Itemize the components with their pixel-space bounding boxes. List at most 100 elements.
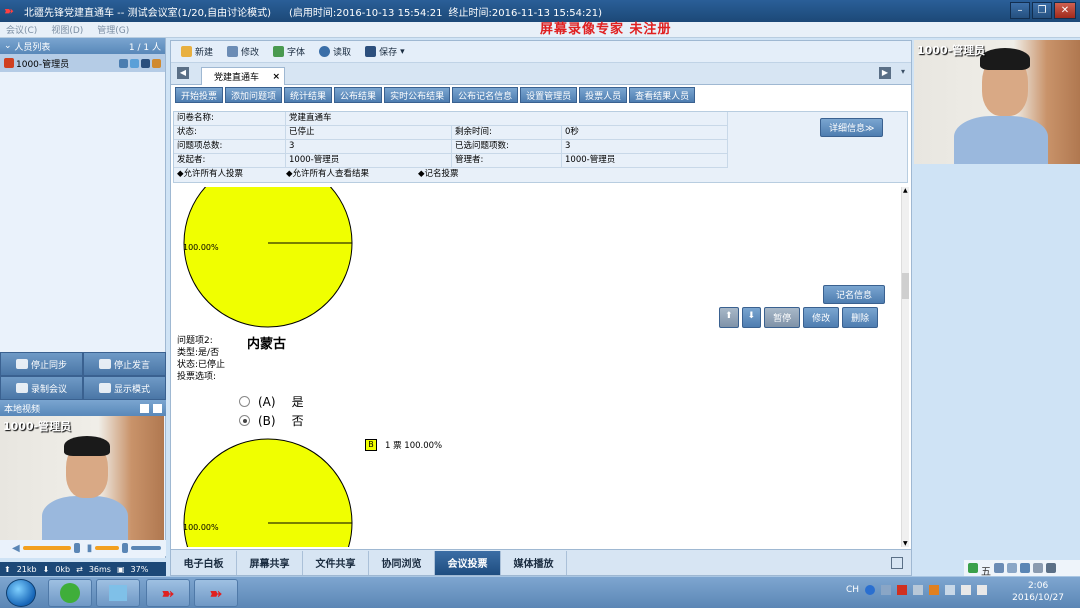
tab-meeting-vote[interactable]: 会议投票 [435, 550, 501, 575]
close-button[interactable]: ✕ [1054, 2, 1076, 19]
mic-volume-knob[interactable] [122, 543, 129, 553]
tab-strip: ◀ 党建直通车 × ▶ ▾ [171, 63, 911, 85]
allow-all-view: ◆允许所有人查看结果 [286, 169, 370, 179]
scroll-down-icon[interactable]: ▼ [903, 540, 908, 547]
member-row[interactable]: 1000-管理员 [0, 54, 165, 72]
tab-whiteboard[interactable]: 电子白板 [171, 550, 237, 575]
tab-next-button[interactable]: ▶ [879, 67, 891, 79]
scroll-thumb[interactable] [902, 273, 909, 299]
stop-video-icon[interactable] [140, 403, 149, 413]
start-button[interactable] [6, 579, 36, 607]
menu-manage[interactable]: 管理(G) [97, 23, 129, 36]
live-publish-button[interactable]: 实时公布结果 [384, 87, 451, 103]
option-a-radio[interactable] [239, 396, 250, 407]
scroll-up-icon[interactable]: ▲ [903, 187, 908, 194]
stats-button[interactable]: 统计结果 [284, 87, 333, 103]
add-video-icon[interactable] [153, 403, 162, 413]
clock[interactable]: 2:06 2016/10/27 [1012, 580, 1064, 604]
results-canvas [183, 187, 353, 547]
pause-button[interactable]: 暂停 [764, 307, 801, 328]
mic-volume-slider[interactable] [95, 546, 120, 550]
ime-punct-icon[interactable] [1007, 563, 1017, 573]
read-icon [319, 46, 331, 57]
ime-s-icon[interactable] [968, 563, 978, 573]
read-button[interactable]: 读取 [319, 45, 351, 58]
set-admin-button[interactable]: 设置管理员 [520, 87, 578, 103]
content-scrollbar[interactable]: ▲ ▼ [901, 187, 909, 547]
tray-qq-icon[interactable] [929, 585, 940, 595]
menu-view[interactable]: 视图(D) [51, 23, 83, 36]
start-vote-button[interactable]: 开始投票 [175, 87, 224, 103]
right-panel: 1000-管理员 [914, 40, 1080, 560]
tray-usb-icon[interactable] [913, 585, 924, 595]
stop-sync-button[interactable]: 停止同步 [0, 352, 83, 376]
ime-settings-icon[interactable] [1046, 563, 1056, 573]
stop-speak-button[interactable]: 停止发言 [83, 352, 166, 376]
language-indicator[interactable]: CH [846, 585, 859, 595]
ime-keyboard-icon[interactable] [1020, 563, 1030, 573]
legend-text: 1 票 100.00% [385, 441, 443, 451]
tray-flag-icon[interactable] [945, 585, 956, 595]
app3-icon: ➽ [161, 583, 175, 603]
result-viewers-button[interactable]: 查看结果人员 [629, 87, 696, 103]
edit-question-button[interactable]: 修改 [803, 307, 840, 328]
record-meeting-button[interactable]: 录制会议 [0, 376, 83, 400]
voters-button[interactable]: 投票人员 [579, 87, 628, 103]
tab-cobrowse[interactable]: 协同浏览 [369, 550, 435, 575]
speaker-volume-knob[interactable] [73, 543, 80, 553]
edit-button[interactable]: 修改 [227, 45, 259, 58]
save-button[interactable]: 保存 ▾ [365, 45, 405, 58]
option-a[interactable]: (A) 是 [239, 393, 304, 410]
tab-prev-button[interactable]: ◀ [177, 67, 189, 79]
detail-info-button[interactable]: 详细信息≫ [820, 118, 884, 137]
move-up-button[interactable]: ⬆ [719, 307, 739, 328]
taskbar-app2[interactable] [96, 579, 140, 607]
sidebar-controls: 停止同步 停止发言 录制会议 显示模式 本地视频 1000-管理员 ◀ ▮ [0, 352, 166, 556]
tray-app-icon[interactable] [897, 585, 908, 595]
tab-file-share[interactable]: 文件共享 [303, 550, 369, 575]
delete-question-button[interactable]: 删除 [842, 307, 879, 328]
speaker-volume-slider[interactable] [22, 546, 71, 550]
record-info-button[interactable]: 记名信息 [823, 285, 886, 304]
tray-keyboard-icon[interactable] [881, 585, 892, 595]
initiator-label: 发起者: [174, 154, 286, 168]
minimize-button[interactable]: – [1010, 2, 1030, 19]
camera-icon[interactable] [152, 58, 161, 68]
tab-close-icon[interactable]: × [272, 72, 280, 82]
network-icon[interactable] [961, 585, 972, 595]
taskbar-app4[interactable]: ➽ [194, 579, 238, 607]
ime-user-icon[interactable] [1033, 563, 1043, 573]
tab-vote[interactable]: 党建直通车 × [201, 67, 285, 85]
menu-meeting[interactable]: 会议(C) [6, 23, 37, 36]
taskbar-ie[interactable] [48, 579, 92, 607]
volume-icon[interactable] [977, 585, 988, 595]
move-down-button[interactable]: ⬇ [741, 307, 762, 328]
option-b-radio[interactable] [239, 415, 250, 426]
layout-icon[interactable] [891, 556, 903, 569]
help-icon[interactable] [865, 585, 876, 595]
collapse-icon[interactable]: ⌄ [4, 41, 14, 51]
add-question-button[interactable]: 添加问题项 [225, 87, 283, 103]
video-status-icon[interactable] [119, 58, 128, 68]
option-b[interactable]: (B) 否 [239, 412, 304, 429]
clock-time: 2:06 [1027, 581, 1049, 591]
cpu-icon: ▣ [116, 564, 125, 574]
tab-menu-icon[interactable]: ▾ [901, 67, 905, 76]
screen-status-icon[interactable] [130, 58, 139, 68]
display-mode-button[interactable]: 显示模式 [83, 376, 166, 400]
publish-result-button[interactable]: 公布结果 [334, 87, 383, 103]
ime-moon-icon[interactable] [994, 563, 1004, 573]
taskbar-app3[interactable]: ➽ [146, 579, 190, 607]
mic-icon[interactable] [141, 58, 150, 68]
publish-named-button[interactable]: 公布记名信息 [452, 87, 519, 103]
option-b-key: (B) [258, 413, 276, 428]
ime-mode[interactable]: 五 [981, 563, 991, 578]
member-count: 1 / 1 人 [128, 42, 161, 53]
tab-media-play[interactable]: 媒体播放 [501, 550, 567, 575]
tab-screen-share[interactable]: 屏幕共享 [237, 550, 303, 575]
font-button[interactable]: 字体 [273, 45, 305, 58]
remote-video-label: 1000-管理员 [917, 44, 986, 57]
new-button[interactable]: 新建 [181, 45, 213, 58]
module-tabs: 电子白板 屏幕共享 文件共享 协同浏览 会议投票 媒体播放 [171, 549, 911, 575]
maximize-button[interactable]: ❐ [1032, 2, 1052, 19]
